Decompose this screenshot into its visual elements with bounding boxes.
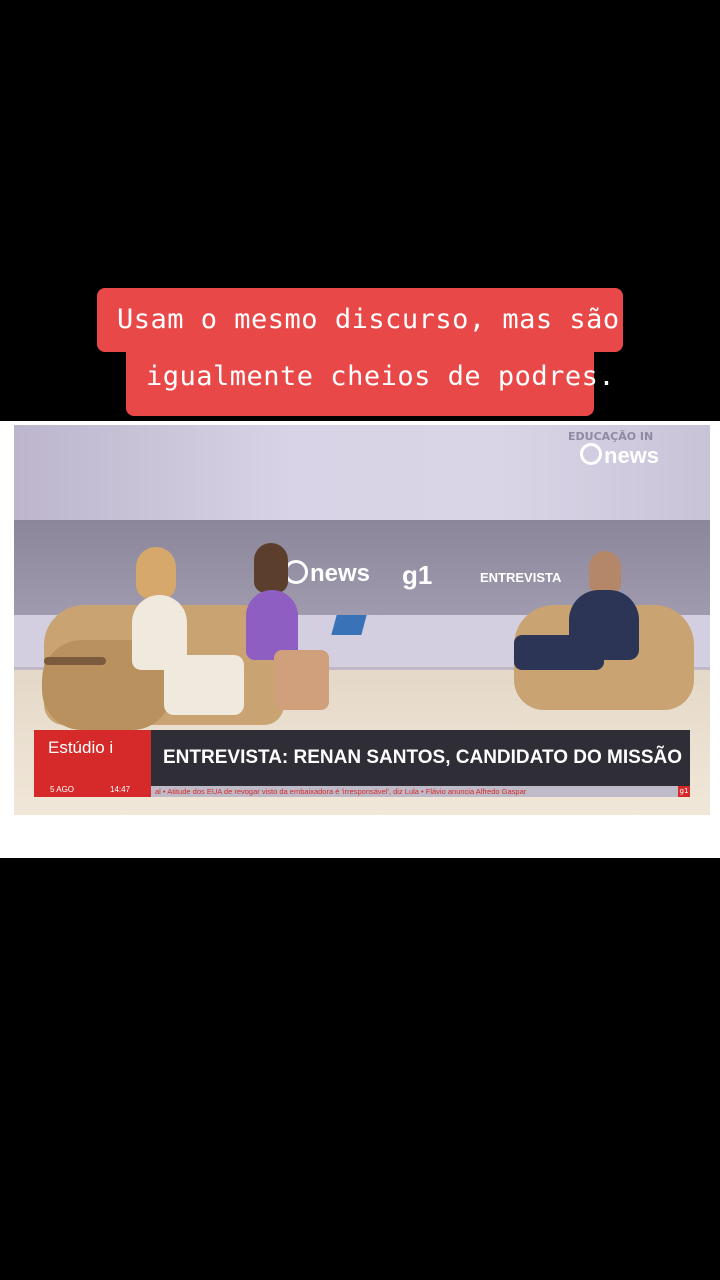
news-ticker: al • Atitude dos EUA de revogar visto da… <box>151 786 690 797</box>
globonews-corner-logo: news <box>580 443 659 469</box>
caption-line-1: Usam o mesmo discurso, mas são <box>97 288 623 352</box>
guest-head <box>589 551 621 595</box>
program-badge: Estúdio i 5 AGO 14:47 <box>34 730 151 797</box>
presenter-2-legs <box>274 650 329 710</box>
studio-entrevista-label: ENTREVISTA <box>480 570 562 585</box>
side-table <box>44 657 106 665</box>
program-name: Estúdio i <box>48 738 114 757</box>
presenter-1-legs <box>164 655 244 715</box>
broadcast-date: 5 AGO <box>50 785 75 794</box>
globo-ring-icon <box>580 443 602 465</box>
studio-g1-logo: g1 <box>402 560 433 590</box>
guest-legs <box>514 635 604 670</box>
studio-logo-text: news <box>310 560 371 587</box>
lower-third: Estúdio i 5 AGO 14:47 ENTREVISTA: RENAN … <box>34 730 690 797</box>
caption-line-2: igualmente cheios de podres. <box>126 344 615 416</box>
laptop <box>331 615 367 635</box>
presenter-1-head <box>136 547 176 599</box>
video-frame[interactable]: EDUCAÇÃO IN news news g1 ENTREVISTA Estú… <box>0 421 720 858</box>
headline: ENTREVISTA: RENAN SANTOS, CANDIDATO DO M… <box>151 730 690 786</box>
broadcast-time: 14:47 <box>110 785 131 794</box>
corner-logo-text: news <box>604 443 660 468</box>
caption-overlay: Usam o mesmo discurso, mas são igualment… <box>0 288 720 416</box>
presenter-2-head <box>254 543 288 593</box>
ticker-g1-badge: g1 <box>678 786 690 797</box>
video-player[interactable]: EDUCAÇÃO IN news news g1 ENTREVISTA Estú… <box>14 425 710 815</box>
studio-sign-text: EDUCAÇÃO IN <box>568 430 654 443</box>
studio-globonews-logo: news <box>284 560 370 588</box>
